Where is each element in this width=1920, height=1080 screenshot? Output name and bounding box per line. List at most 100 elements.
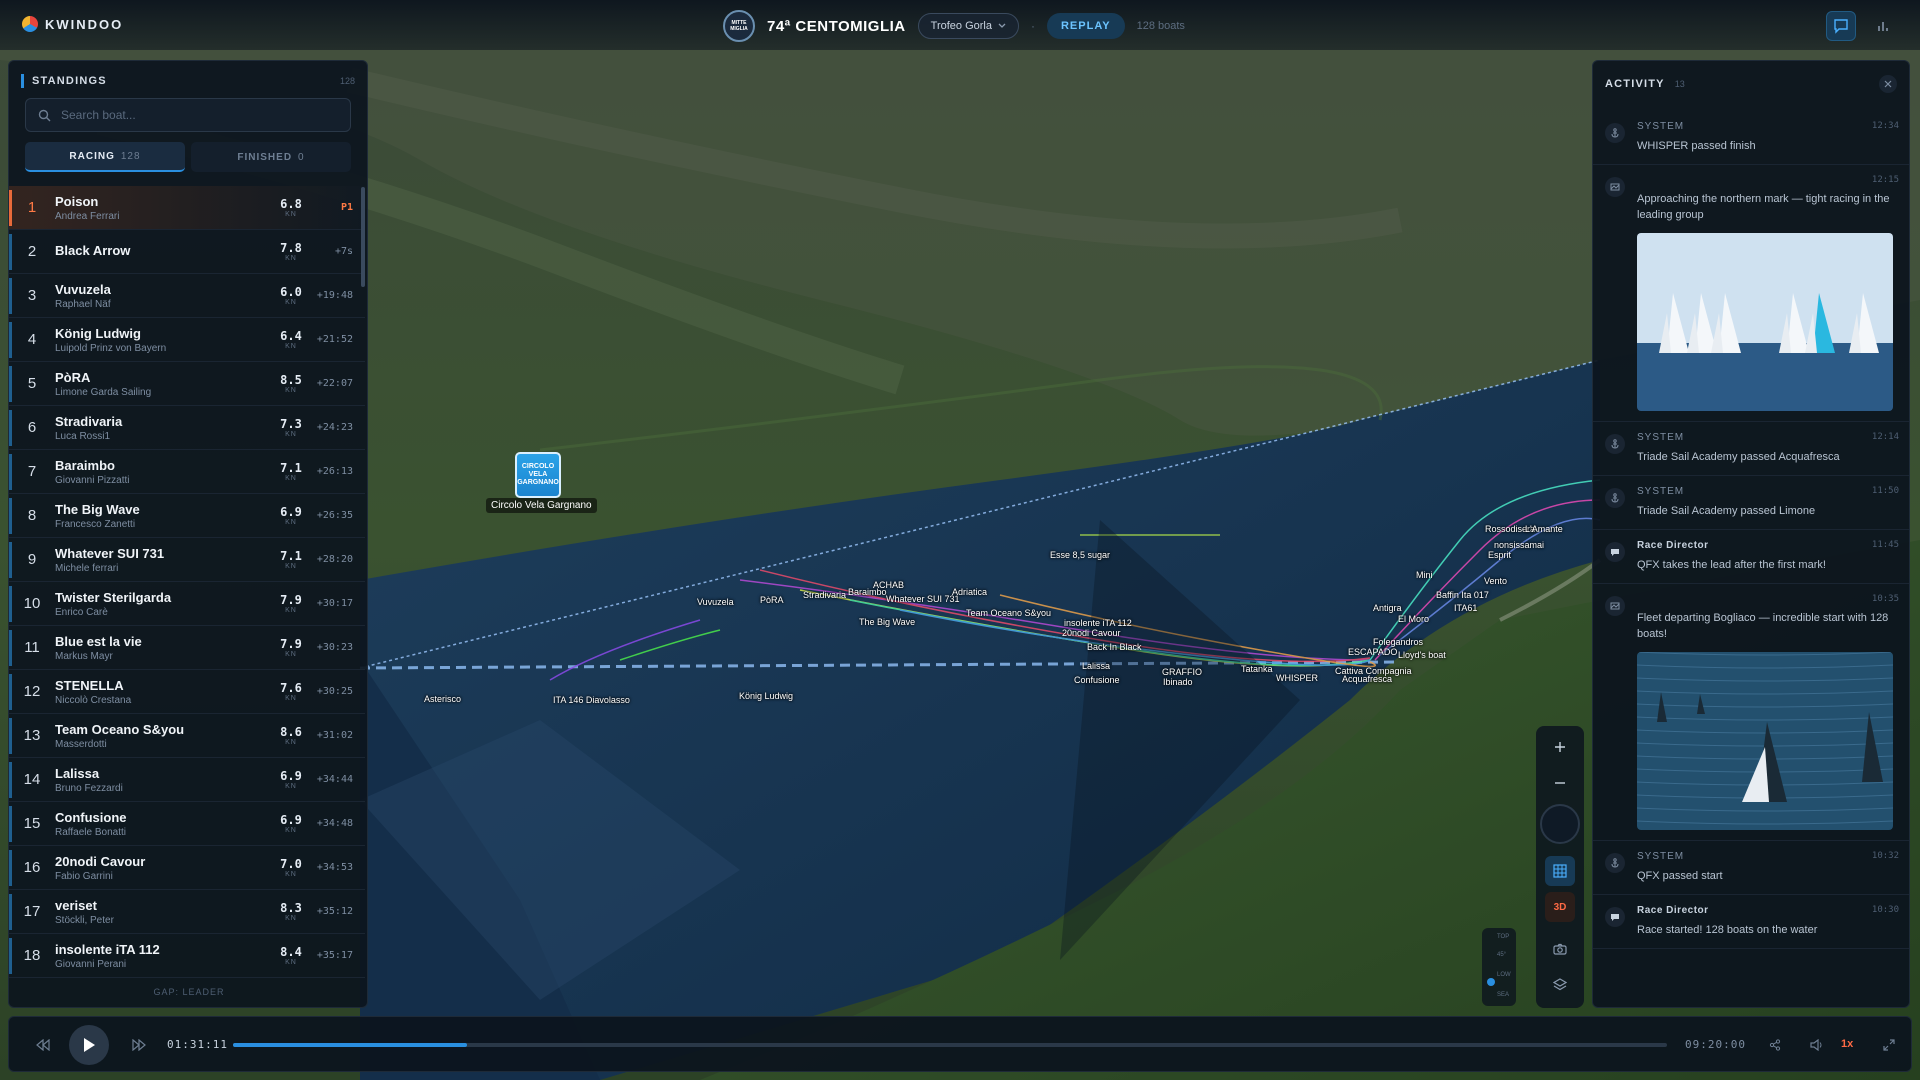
chat-toggle-button[interactable] [1826, 11, 1856, 41]
compass-button[interactable] [1540, 804, 1580, 844]
activity-item[interactable]: SYSTEM 11:50 Triade Sail Academy passed Li… [1593, 476, 1909, 530]
boat-label-vuvuzela[interactable]: Vuvuzela [697, 597, 734, 607]
standings-row[interactable]: 12 STENELLA Niccolò Crestana 7.6 KN +30:25 [9, 670, 365, 714]
standings-row[interactable]: 17 veriset Stöckli, Peter 8.3 KN +35:12 [9, 890, 365, 934]
boat-label-ita146[interactable]: ITA 146 Diavolasso [553, 695, 630, 705]
boat-label-lamante[interactable]: L'Amante [1525, 524, 1563, 534]
boat-speed: 7.3 KN [271, 417, 311, 438]
boat-label-acquafresca[interactable]: Acquafresca [1342, 674, 1392, 684]
boat-label-big-wave[interactable]: The Big Wave [859, 617, 915, 627]
share-button[interactable] [1761, 1031, 1789, 1059]
boat-label-whatever[interactable]: Whatever SUI 731 [886, 594, 960, 604]
standings-row[interactable]: 6 Stradivaria Luca Rossi1 7.3 KN +24:23 [9, 406, 365, 450]
standings-row[interactable]: 13 Team Oceano S&you Masserdotti 8.6 KN +31:0… [9, 714, 365, 758]
screenshot-button[interactable] [1545, 934, 1575, 964]
grid-view-button[interactable] [1545, 856, 1575, 886]
activity-photo[interactable] [1637, 233, 1893, 411]
play-button[interactable] [69, 1025, 109, 1065]
standings-row[interactable]: 2 Black Arrow 7.8 KN +7s [9, 230, 365, 274]
tilt-handle[interactable] [1487, 978, 1495, 986]
tab-finished-count: 0 [298, 151, 305, 163]
layers-icon [1553, 978, 1567, 991]
activity-photo[interactable] [1637, 652, 1893, 830]
brand[interactable]: KWINDOO [22, 16, 123, 32]
boat-label-team-oceano[interactable]: Team Oceano S&you [966, 608, 1051, 618]
boat-label-ibinado[interactable]: Ibinado [1163, 677, 1193, 687]
boat-label-esprit[interactable]: Esprit [1488, 550, 1511, 560]
zoom-in-button[interactable] [1545, 732, 1575, 762]
boat-label-esse[interactable]: Esse 8,5 sugar [1050, 550, 1110, 560]
search-box[interactable] [25, 98, 351, 132]
standings-row[interactable]: 1 Poison Andrea Ferrari 6.8 KN P1 [9, 186, 365, 230]
standings-row[interactable]: 16 20nodi Cavour Fabio Garrini 7.0 KN +34:53 [9, 846, 365, 890]
search-input[interactable] [61, 108, 331, 122]
boat-label-pora[interactable]: PòRA [760, 595, 784, 605]
standings-row[interactable]: 9 Whatever SUI 731 Michele ferrari 7.1 KN +28… [9, 538, 365, 582]
boat-label-el-moro[interactable]: El Moro [1398, 614, 1429, 624]
standings-row[interactable]: 18 insolente iTA 112 Giovanni Perani 8.4 KN +… [9, 934, 365, 978]
boat-label-asterisco[interactable]: Asterisco [424, 694, 461, 704]
row-names: Twister Sterilgarda Enrico Carè [55, 590, 271, 618]
boat-label-achab[interactable]: ACHAB [873, 580, 904, 590]
standings-scrollbar[interactable] [361, 187, 365, 287]
layers-button[interactable] [1545, 970, 1575, 1000]
boat-label-20nodi[interactable]: 20nodi Cavour [1062, 628, 1121, 638]
activity-item[interactable]: 12:15 Approaching the northern mark — tig… [1593, 165, 1909, 422]
boat-label-insolente[interactable]: insolente iTA 112 [1064, 618, 1132, 628]
timeline-scrubber[interactable] [233, 1043, 1667, 1047]
activity-item[interactable]: Race Director 11:45 QFX takes the lead aft… [1593, 530, 1909, 584]
speed-value: 7.6 [280, 681, 302, 695]
boat-label-vento[interactable]: Vento [1484, 576, 1507, 586]
boat-label-back-in-black[interactable]: Back In Black [1087, 642, 1142, 652]
zoom-out-button[interactable] [1545, 768, 1575, 798]
standings-row[interactable]: 3 Vuvuzela Raphael Näf 6.0 KN +19:48 [9, 274, 365, 318]
gap-mode-label[interactable]: GAP: LEADER [9, 987, 369, 997]
club-marker-label: CIRCOLO VELA GARGNANO [517, 463, 559, 486]
stats-button[interactable] [1868, 11, 1898, 41]
trophy-select[interactable]: Trofeo Gorla [917, 13, 1019, 39]
boat-label-baffin[interactable]: Baffin Ita 017 [1436, 590, 1489, 600]
boat-label-stradivaria[interactable]: Stradivaria [803, 590, 846, 600]
standings-row[interactable]: 14 Lalissa Bruno Fezzardi 6.9 KN +34:44 [9, 758, 365, 802]
boat-label-tatanka[interactable]: Tatanka [1241, 664, 1273, 674]
boat-label-lalissa[interactable]: Lalissa [1082, 661, 1110, 671]
standings-row[interactable]: 8 The Big Wave Francesco Zanetti 6.9 KN +26:3… [9, 494, 365, 538]
standings-row[interactable]: 4 König Ludwig Luipold Prinz von Bayern 6.4… [9, 318, 365, 362]
volume-button[interactable] [1803, 1031, 1831, 1059]
boat-label-antigra[interactable]: Antigra [1373, 603, 1402, 613]
playback-speed[interactable]: 1x [1841, 1038, 1853, 1050]
tab-racing[interactable]: RACING 128 [25, 142, 185, 172]
boat-label-confusione[interactable]: Confusione [1074, 675, 1120, 685]
standings-row[interactable]: 15 Confusione Raffaele Bonatti 6.9 KN +34:48 [9, 802, 365, 846]
standings-row[interactable]: 7 Baraimbo Giovanni Pizzatti 7.1 KN +26:13 [9, 450, 365, 494]
boat-label-lloyds[interactable]: Lloyd's boat [1398, 650, 1446, 660]
boat-label-ita61[interactable]: ITA61 [1454, 603, 1477, 613]
standings-row[interactable]: 10 Twister Sterilgarda Enrico Carè 7.9 KN +30… [9, 582, 365, 626]
boat-label-folegandros[interactable]: Folegandros [1373, 637, 1423, 647]
boat-label-whisper[interactable]: WHISPER [1276, 673, 1318, 683]
rewind-button[interactable] [29, 1031, 57, 1059]
boat-label-mini[interactable]: Mini [1416, 570, 1433, 580]
activity-item[interactable]: Race Director 10:30 Race started! 128 boat… [1593, 895, 1909, 949]
activity-item[interactable]: SYSTEM 10:32 QFX passed start [1593, 841, 1909, 895]
activity-item[interactable]: SYSTEM 12:14 Triade Sail Academy passed Ac… [1593, 422, 1909, 476]
close-activity-button[interactable] [1879, 75, 1897, 93]
boat-label-adriatica[interactable]: Adriatica [952, 587, 987, 597]
fullscreen-button[interactable] [1875, 1031, 1903, 1059]
activity-item[interactable]: 10:35 Fleet departing Bogliaco — incredib… [1593, 584, 1909, 841]
activity-author: Race Director [1637, 905, 1709, 916]
activity-item[interactable]: SYSTEM 12:34 WHISPER passed finish [1593, 111, 1909, 165]
boat-label-escapado[interactable]: ESCAPADO [1348, 647, 1397, 657]
tab-finished[interactable]: FINISHED 0 [191, 142, 351, 172]
standings-row[interactable]: 11 Blue est la vie Markus Mayr 7.9 KN +30:23 [9, 626, 365, 670]
boat-label-nonsissamai[interactable]: nonsissamai [1494, 540, 1544, 550]
replay-mode-badge[interactable]: REPLAY [1046, 13, 1125, 39]
speed-value: 7.1 [280, 549, 302, 563]
club-marker[interactable]: CIRCOLO VELA GARGNANO [515, 452, 561, 498]
boat-label-graffio[interactable]: GRAFFIO [1162, 667, 1202, 677]
3d-toggle-button[interactable]: 3D [1545, 892, 1575, 922]
tilt-slider[interactable]: TOP 45° LOW SEA [1482, 928, 1516, 1006]
fast-forward-button[interactable] [125, 1031, 153, 1059]
standings-row[interactable]: 5 PòRA Limone Garda Sailing 8.5 KN +22:07 [9, 362, 365, 406]
boat-label-konig[interactable]: König Ludwig [739, 691, 793, 701]
